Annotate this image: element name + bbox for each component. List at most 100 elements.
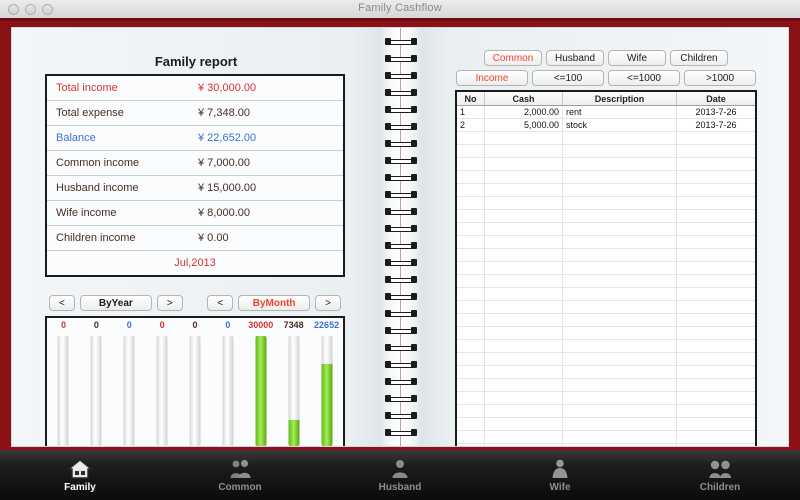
member-filter-children[interactable]: Children bbox=[670, 50, 728, 66]
summary-label: Total expense bbox=[56, 107, 124, 119]
month-nav-group: < ByMonth > bbox=[207, 295, 341, 311]
cell-cash bbox=[485, 392, 563, 404]
table-row[interactable] bbox=[457, 340, 755, 353]
cell-cash bbox=[485, 262, 563, 274]
amount-filter-1000[interactable]: >1000 bbox=[684, 70, 756, 86]
column-header-date[interactable]: Date bbox=[677, 92, 755, 105]
cell-description bbox=[563, 314, 677, 326]
tab-children[interactable]: Children bbox=[640, 450, 800, 500]
binding-ring bbox=[385, 242, 417, 249]
binding-ring bbox=[385, 157, 417, 164]
table-row[interactable] bbox=[457, 275, 755, 288]
cell-description bbox=[563, 288, 677, 300]
cell-date bbox=[677, 392, 755, 404]
column-header-description[interactable]: Description bbox=[563, 92, 677, 105]
column-header-no[interactable]: No bbox=[457, 92, 485, 105]
cell-cash bbox=[485, 405, 563, 417]
cell-description bbox=[563, 353, 677, 365]
transactions-table[interactable]: No Cash Description Date 1 2,000.00 rent 20… bbox=[455, 90, 757, 446]
cell-date bbox=[677, 431, 755, 443]
binding-ring bbox=[385, 174, 417, 181]
table-row[interactable] bbox=[457, 405, 755, 418]
month-prev-button[interactable]: < bbox=[207, 295, 234, 311]
table-row[interactable] bbox=[457, 327, 755, 340]
table-row[interactable] bbox=[457, 249, 755, 262]
table-row[interactable] bbox=[457, 197, 755, 210]
table-row[interactable] bbox=[457, 444, 755, 446]
by-month-button[interactable]: ByMonth bbox=[238, 295, 311, 311]
table-row[interactable] bbox=[457, 431, 755, 444]
chart-bar-value: 0 bbox=[159, 320, 165, 330]
cell-cash bbox=[485, 132, 563, 144]
cell-description bbox=[563, 158, 677, 170]
cell-description bbox=[563, 340, 677, 352]
amount-filter-income[interactable]: Income bbox=[456, 70, 528, 86]
couple-icon bbox=[227, 458, 253, 480]
table-row[interactable] bbox=[457, 223, 755, 236]
cell-no bbox=[457, 392, 485, 404]
summary-row: Total expense ¥ 7,348.00 bbox=[47, 101, 343, 126]
chart-bar: 0 bbox=[80, 318, 113, 446]
table-row[interactable] bbox=[457, 236, 755, 249]
table-row[interactable] bbox=[457, 353, 755, 366]
cell-cash bbox=[485, 210, 563, 222]
column-header-cash[interactable]: Cash bbox=[485, 92, 563, 105]
amount-filter-1000[interactable]: <=1000 bbox=[608, 70, 680, 86]
chart-bar-tube bbox=[255, 336, 267, 446]
year-prev-button[interactable]: < bbox=[49, 295, 75, 311]
table-row[interactable] bbox=[457, 145, 755, 158]
table-row[interactable] bbox=[457, 392, 755, 405]
cell-description bbox=[563, 379, 677, 391]
table-row[interactable] bbox=[457, 301, 755, 314]
binding-ring bbox=[385, 276, 417, 283]
cell-date bbox=[677, 210, 755, 222]
chart-bar: 0 bbox=[113, 318, 146, 446]
member-filter-wife[interactable]: Wife bbox=[608, 50, 666, 66]
chart-bar-fill bbox=[321, 363, 333, 446]
binding-ring bbox=[385, 395, 417, 402]
cell-cash bbox=[485, 223, 563, 235]
table-row[interactable] bbox=[457, 132, 755, 145]
table-row[interactable]: 2 5,000.00 stock 2013-7-26 bbox=[457, 119, 755, 132]
month-next-button[interactable]: > bbox=[315, 295, 341, 311]
member-filter-common[interactable]: Common bbox=[484, 50, 542, 66]
table-row[interactable] bbox=[457, 379, 755, 392]
tab-family[interactable]: Family bbox=[0, 450, 160, 500]
cell-no bbox=[457, 431, 485, 443]
table-row[interactable]: 1 2,000.00 rent 2013-7-26 bbox=[457, 106, 755, 119]
amount-filter-row: Income <=100 <=1000 >1000 bbox=[422, 70, 788, 86]
tab-common[interactable]: Common bbox=[160, 450, 320, 500]
cell-date bbox=[677, 301, 755, 313]
cell-description bbox=[563, 431, 677, 443]
chart-bar-value: 0 bbox=[225, 320, 231, 330]
table-row[interactable] bbox=[457, 288, 755, 301]
table-row[interactable] bbox=[457, 418, 755, 431]
member-filter-husband[interactable]: Husband bbox=[546, 50, 604, 66]
cell-date: 2013-7-26 bbox=[695, 120, 737, 130]
cell-date bbox=[677, 236, 755, 248]
chart-bar: 0 bbox=[179, 318, 212, 446]
summary-row: Husband income ¥ 15,000.00 bbox=[47, 176, 343, 201]
chart-bar: 0 bbox=[211, 318, 244, 446]
cell-no bbox=[457, 210, 485, 222]
amount-filter-100[interactable]: <=100 bbox=[532, 70, 604, 86]
chart-bar-fill bbox=[288, 419, 300, 446]
by-year-button[interactable]: ByYear bbox=[79, 295, 152, 311]
cell-description bbox=[563, 236, 677, 248]
tab-wife[interactable]: Wife bbox=[480, 450, 640, 500]
tab-husband[interactable]: Husband bbox=[320, 450, 480, 500]
table-row[interactable] bbox=[457, 314, 755, 327]
table-row[interactable] bbox=[457, 210, 755, 223]
tab-label: Husband bbox=[378, 481, 422, 493]
table-row[interactable] bbox=[457, 184, 755, 197]
table-row[interactable] bbox=[457, 366, 755, 379]
table-row[interactable] bbox=[457, 158, 755, 171]
binding-ring bbox=[385, 72, 417, 79]
year-next-button[interactable]: > bbox=[156, 295, 183, 311]
summary-row: Wife income ¥ 8,000.00 bbox=[47, 201, 343, 226]
binding-ring bbox=[385, 310, 417, 317]
table-row[interactable] bbox=[457, 171, 755, 184]
table-row[interactable] bbox=[457, 262, 755, 275]
tab-label: Wife bbox=[549, 481, 571, 493]
cell-no bbox=[457, 444, 485, 446]
